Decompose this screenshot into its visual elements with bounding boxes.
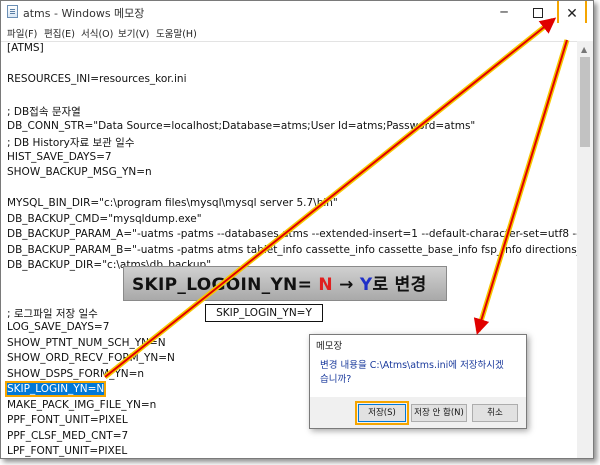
menu-view[interactable]: 보기(V): [118, 26, 149, 40]
text-line: SHOW_ORD_RECV_FORM_YN=N: [7, 352, 175, 364]
text-line: DB_BACKUP_CMD="mysqldump.exe": [7, 212, 202, 225]
title-bar: atms - Windows 메모장 ─ ✕: [1, 1, 593, 25]
save-dialog: 메모장 변경 내용을 C:\Atms\atms.ini에 저장하시겠 습니까? …: [309, 334, 527, 429]
dialog-message-line1: 변경 내용을 C:\Atms\atms.ini에 저장하시겠: [320, 360, 504, 371]
annotation-result: SKIP_LOGIN_YN=Y: [205, 304, 323, 322]
maximize-icon: [533, 7, 543, 18]
menu-help[interactable]: 도움말(H): [156, 26, 197, 40]
text-selection: SKIP_LOGIN_YN=N: [4, 381, 107, 397]
annotation-arrow: →: [339, 275, 354, 295]
dialog-title: 메모장: [316, 341, 343, 352]
text-line: DB_CONN_STR="Data Source=localhost;Datab…: [7, 119, 476, 132]
annotation-new-value: Y: [359, 275, 373, 295]
close-button[interactable]: ✕: [557, 1, 587, 25]
text-line: RESOURCES_INI=resources_kor.ini: [7, 73, 187, 85]
text-line: LOG_SAVE_DAYS=7: [7, 321, 110, 333]
dont-save-button[interactable]: 저장 안 함(N): [411, 404, 467, 422]
dialog-footer: 저장(S) 저장 안 함(N) 취소: [310, 397, 526, 428]
annotation-old-value: N: [318, 275, 333, 295]
text-line: ; 로그파일 저장 일수: [7, 307, 98, 320]
change-annotation: SKIP_LOGOIN_YN= N → Y로 변경: [123, 266, 447, 301]
dialog-message: 변경 내용을 C:\Atms\atms.ini에 저장하시겠 습니까?: [320, 359, 504, 387]
maximize-button[interactable]: [521, 1, 555, 23]
window-title: atms - Windows 메모장: [23, 7, 145, 20]
text-line: SHOW_PTNT_NUM_SCH_YN=N: [7, 336, 166, 349]
annotation-suffix: 로 변경: [372, 275, 427, 295]
text-line: DB_BACKUP_PARAM_A="-uatms -patms --datab…: [7, 228, 594, 240]
dialog-message-line2: 습니까?: [320, 374, 352, 385]
text-line: HIST_SAVE_DAYS=7: [7, 150, 112, 163]
vertical-scrollbar[interactable]: ▲: [577, 41, 593, 458]
scroll-up-icon[interactable]: ▲: [581, 45, 587, 54]
selected-text-line: SKIP_LOGIN_YN=N: [4, 381, 107, 397]
cancel-button[interactable]: 취소: [472, 404, 518, 422]
menu-edit[interactable]: 편집(E): [44, 26, 75, 40]
notepad-icon: [7, 5, 18, 18]
menu-bar: 파일(F) 편집(E) 서식(O) 보기(V) 도움말(H): [1, 23, 593, 41]
text-line: MAKE_PACK_IMG_FILE_YN=n: [7, 398, 157, 411]
menu-format[interactable]: 서식(O): [81, 26, 113, 40]
text-line: MYSQL_BIN_DIR="c:\program files\mysql\my…: [7, 197, 338, 209]
save-button[interactable]: 저장(S): [355, 401, 409, 425]
text-line: ; DB접속 문자열: [7, 106, 81, 118]
text-line: DB_BACKUP_PARAM_B="-uatms -patms atms ta…: [7, 243, 594, 256]
text-line: LPF_FONT_UNIT=PIXEL: [7, 445, 128, 457]
text-line: SHOW_DSPS_FORM_YN=n: [7, 367, 145, 380]
text-line: PPF_CLSF_MED_CNT=7: [7, 429, 129, 442]
annotation-key: SKIP_LOGOIN_YN=: [132, 275, 313, 295]
minimize-button[interactable]: ─: [487, 1, 521, 23]
annotation-text: SKIP_LOGOIN_YN= N → Y로 변경: [132, 270, 427, 295]
text-line: [ATMS]: [7, 42, 44, 54]
text-line: SHOW_BACKUP_MSG_YN=n: [7, 166, 152, 178]
text-line: PPF_FONT_UNIT=PIXEL: [7, 414, 128, 426]
menu-file[interactable]: 파일(F): [7, 26, 37, 40]
scroll-thumb[interactable]: [580, 57, 590, 147]
text-line: ; DB History자료 보관 일수: [7, 137, 135, 149]
